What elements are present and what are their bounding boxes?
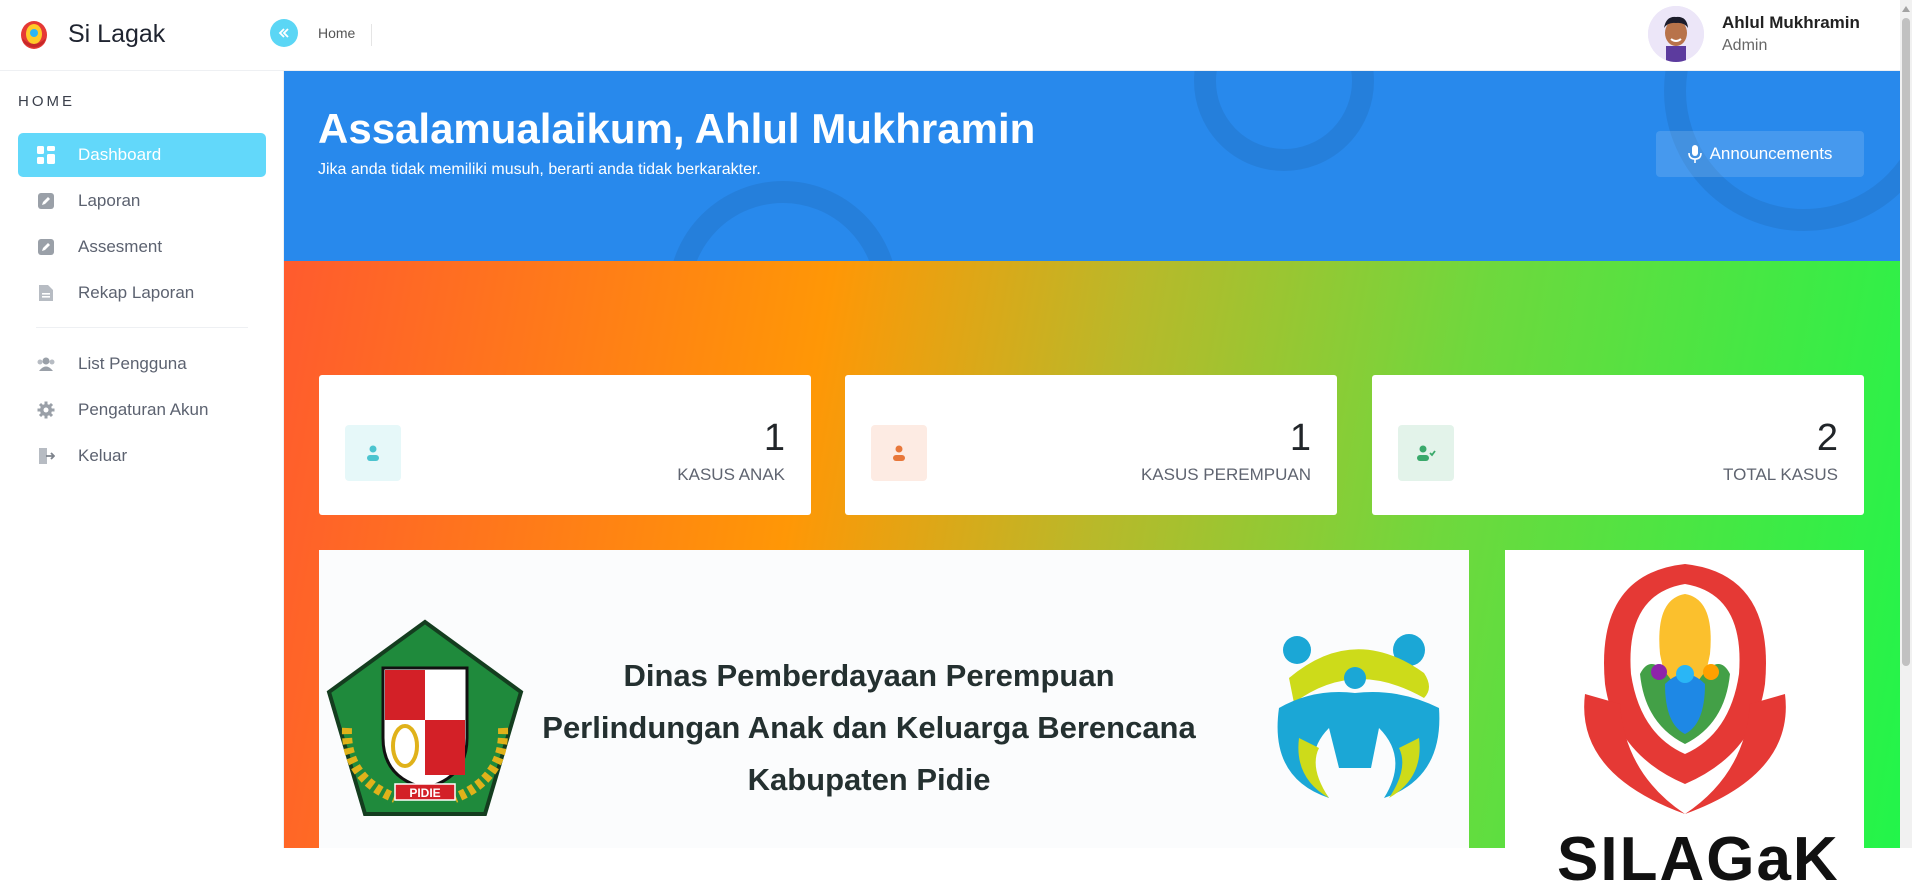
edit-icon (36, 237, 56, 257)
brand[interactable]: Si Lagak (16, 14, 165, 54)
sidebar-item-list-pengguna[interactable]: List Pengguna (18, 342, 266, 386)
document-icon (36, 283, 56, 303)
silagak-logo-text: SILAGaK (1557, 825, 1840, 894)
scrollbar-thumb[interactable] (1902, 18, 1910, 666)
sidebar-divider (36, 327, 248, 328)
chevrons-left-icon (278, 28, 289, 38)
greeting-quote: Jika anda tidak memiliki musuh, berarti … (318, 161, 761, 178)
page-scrollbar[interactable] (1900, 0, 1912, 848)
silagak-logo-panel: SILAGaK (1505, 550, 1864, 894)
sidebar-nav: Dashboard Laporan Assesment Rekap Lapora… (18, 133, 266, 480)
institution-line-1: Dinas Pemberdayaan Perempuan (623, 658, 1115, 693)
sidebar-item-label: List Pengguna (78, 354, 187, 373)
sidebar-section-title: HOME (18, 93, 75, 110)
banner-decoration (1194, 71, 1374, 171)
sidebar-toggle-button[interactable] (270, 19, 298, 47)
sidebar-item-assesment[interactable]: Assesment (18, 225, 266, 269)
sidebar-item-label: Rekap Laporan (78, 283, 195, 302)
user-check-icon (1398, 425, 1454, 481)
stat-card-total-kasus: 2 TOTAL KASUS (1372, 375, 1864, 515)
sidebar-item-rekap-laporan[interactable]: Rekap Laporan (18, 271, 266, 315)
stat-value: 2 (1816, 417, 1838, 459)
sidebar-item-dashboard[interactable]: Dashboard (18, 133, 266, 177)
child-icon (345, 425, 401, 481)
sidebar: HOME Dashboard Laporan Assesment Rekap L… (0, 71, 284, 848)
breadcrumb[interactable]: Home (318, 24, 373, 46)
stat-label: TOTAL KASUS (1723, 465, 1838, 484)
emblem-label: PIDIE (409, 786, 440, 800)
dp3kb-logo-icon (1277, 634, 1440, 798)
institution-banner: PIDIE Dinas Pemberdayaan Perempuan Perli… (319, 550, 1469, 848)
greeting-title: Assalamualaikum, Ahlul Mukhramin (318, 105, 1036, 152)
sidebar-item-label: Pengaturan Akun (78, 400, 209, 419)
woman-icon (871, 425, 927, 481)
sidebar-item-laporan[interactable]: Laporan (18, 179, 266, 223)
logout-icon (36, 446, 56, 466)
banner-decoration (668, 181, 898, 261)
scroll-up-arrow-icon[interactable] (1902, 6, 1910, 12)
announcements-button[interactable]: Announcements (1656, 131, 1864, 177)
dashboard-icon (36, 145, 56, 165)
sidebar-item-label: Laporan (78, 191, 141, 210)
stat-value: 1 (1289, 417, 1311, 459)
sidebar-item-keluar[interactable]: Keluar (18, 434, 266, 478)
user-name: Ahlul Mukhramin (1722, 13, 1860, 32)
microphone-icon (1687, 145, 1702, 163)
silagak-logo-icon (1584, 564, 1786, 814)
app-logo-icon (21, 21, 47, 49)
app-name: Si Lagak (68, 19, 166, 48)
pidie-emblem-icon: PIDIE (326, 619, 524, 816)
gear-icon (36, 400, 56, 420)
announcements-label: Announcements (1709, 144, 1833, 163)
sidebar-item-label: Assesment (78, 237, 163, 256)
user-menu[interactable]: Ahlul Mukhramin Admin (1648, 6, 1860, 62)
stat-value: 1 (763, 417, 785, 459)
stat-label: KASUS ANAK (677, 465, 785, 484)
sidebar-item-label: Dashboard (78, 145, 162, 164)
stat-card-kasus-perempuan: 1 KASUS PEREMPUAN (845, 375, 1337, 515)
stat-label: KASUS PEREMPUAN (1140, 465, 1311, 484)
user-role: Admin (1722, 37, 1768, 54)
sidebar-item-label: Keluar (78, 446, 128, 465)
edit-icon (36, 191, 56, 211)
institution-line-3: Kabupaten Pidie (747, 762, 991, 797)
users-icon (36, 354, 56, 374)
institution-title: Dinas Pemberdayaan Perempuan Perlindunga… (519, 650, 1219, 806)
institution-line-2: Perlindungan Anak dan Keluarga Berencana (542, 710, 1196, 745)
sidebar-item-pengaturan-akun[interactable]: Pengaturan Akun (18, 388, 266, 432)
top-header: Si Lagak Home Ahlul Mukhramin Admin (0, 0, 1900, 71)
welcome-banner: Assalamualaikum, Ahlul Mukhramin Jika an… (284, 71, 1900, 261)
stat-card-kasus-anak: 1 KASUS ANAK (319, 375, 811, 515)
avatar (1648, 6, 1704, 62)
